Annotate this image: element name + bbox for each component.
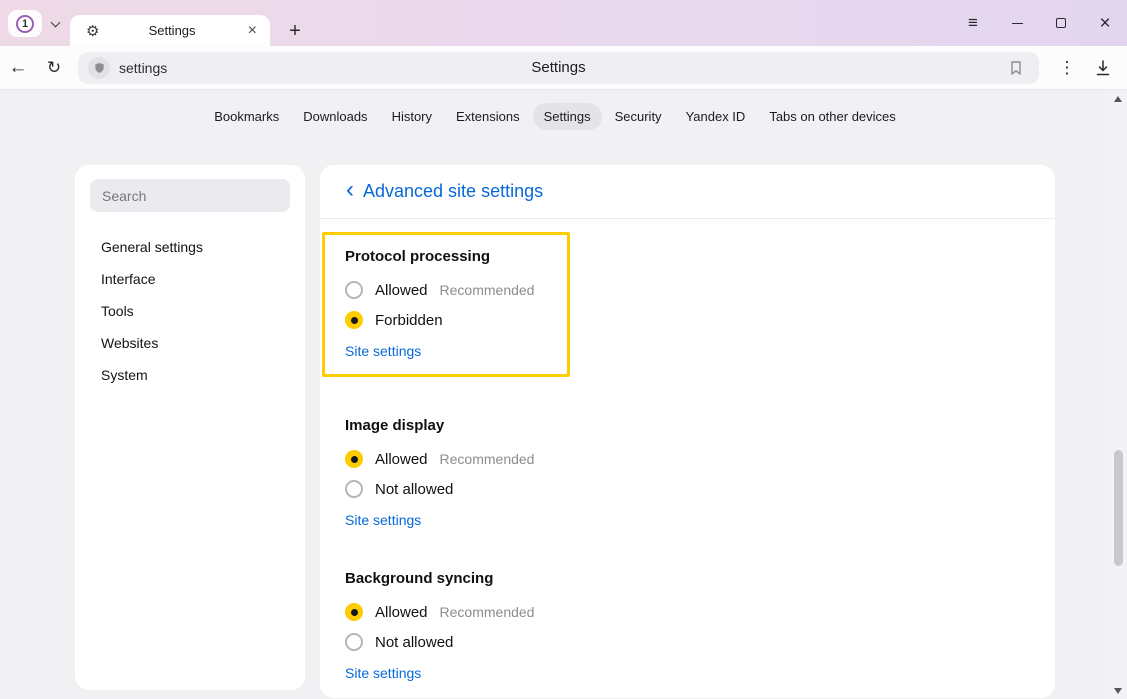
download-icon (1094, 59, 1112, 77)
page-title: Settings (78, 59, 1039, 76)
section-title: Image display (345, 417, 1055, 434)
tab-settings[interactable]: ⚙ Settings × (70, 15, 270, 46)
radio-label: Allowed (375, 604, 428, 621)
vertical-dots-icon: ⋮ (1059, 58, 1076, 78)
radio-label: Not allowed (375, 481, 453, 498)
radio-icon[interactable] (345, 633, 363, 651)
new-tab-button[interactable]: + (282, 18, 308, 44)
nav-item-yandex-id[interactable]: Yandex ID (675, 103, 757, 130)
nav-item-bookmarks[interactable]: Bookmarks (203, 103, 290, 130)
radio-option-allowed[interactable]: Allowed Recommended (345, 597, 1055, 627)
nav-item-security[interactable]: Security (604, 103, 673, 130)
minimize-button[interactable] (1003, 9, 1031, 37)
radio-option-allowed[interactable]: Allowed Recommended (345, 444, 1055, 474)
nav-item-settings[interactable]: Settings (533, 103, 602, 130)
bookmark-button[interactable] (1003, 55, 1029, 81)
titlebar: 1 ⚙ Settings × + ≡ × (0, 0, 1127, 46)
sidebar-item-interface[interactable]: Interface (101, 263, 305, 295)
minimize-icon (1012, 23, 1023, 24)
radio-label: Forbidden (375, 312, 443, 329)
nav-item-downloads[interactable]: Downloads (292, 103, 378, 130)
toolbar: ← ↻ settings Settings ⋮ (0, 46, 1127, 90)
scroll-down-arrow-icon[interactable] (1114, 688, 1122, 694)
browser-menu-button[interactable]: ≡ (959, 9, 987, 37)
site-settings-link[interactable]: Site settings (345, 665, 421, 681)
nav-item-tabs-other-devices[interactable]: Tabs on other devices (758, 103, 906, 130)
back-arrow-icon: ← (9, 57, 28, 79)
section-image-display: Image display Allowed Recommended Not al… (345, 417, 1055, 530)
section-title: Background syncing (345, 570, 1055, 587)
reload-button[interactable]: ↻ (36, 51, 72, 85)
recommended-note: Recommended (440, 451, 535, 467)
radio-icon[interactable] (345, 311, 363, 329)
sidebar-item-websites[interactable]: Websites (101, 327, 305, 359)
settings-main-panel: ‹ Advanced site settings Protocol proces… (320, 165, 1055, 698)
tab-list-chevron-button[interactable] (44, 10, 66, 37)
radio-option-allowed[interactable]: Allowed Recommended (345, 275, 553, 305)
radio-icon[interactable] (345, 450, 363, 468)
shield-icon (94, 62, 105, 74)
radio-option-not-allowed[interactable]: Not allowed (345, 474, 1055, 504)
scroll-up-arrow-icon[interactable] (1114, 96, 1122, 102)
window-controls: ≡ × (959, 0, 1119, 46)
recommended-note: Recommended (440, 604, 535, 620)
sidebar-item-system[interactable]: System (101, 359, 305, 391)
tab-close-button[interactable]: × (245, 22, 260, 40)
bookmark-icon (1008, 60, 1024, 76)
radio-option-not-allowed[interactable]: Not allowed (345, 627, 1055, 657)
settings-page: Bookmarks Downloads History Extensions S… (0, 91, 1127, 699)
recommended-note: Recommended (440, 282, 535, 298)
radio-icon[interactable] (345, 480, 363, 498)
close-window-button[interactable]: × (1091, 9, 1119, 37)
radio-option-forbidden[interactable]: Forbidden (345, 305, 553, 335)
close-icon: × (1099, 14, 1110, 33)
sidebar-list: General settings Interface Tools Website… (75, 231, 305, 391)
scrollbar-thumb[interactable] (1114, 450, 1123, 566)
nav-item-history[interactable]: History (381, 103, 443, 130)
gear-icon: ⚙ (86, 22, 99, 40)
section-header-title: Advanced site settings (363, 181, 543, 202)
reload-icon: ↻ (47, 58, 61, 78)
nav-item-extensions[interactable]: Extensions (445, 103, 531, 130)
radio-label: Allowed (375, 282, 428, 299)
maximize-icon (1056, 18, 1066, 28)
radio-label: Not allowed (375, 634, 453, 651)
url-text: settings (119, 60, 167, 76)
site-settings-link[interactable]: Site settings (345, 512, 421, 528)
maximize-button[interactable] (1047, 9, 1075, 37)
chevron-down-icon (50, 17, 60, 27)
section-background-syncing: Background syncing Allowed Recommended N… (345, 570, 1055, 683)
tab-title: Settings (99, 23, 244, 38)
search-input[interactable] (90, 179, 290, 212)
site-security-badge[interactable] (88, 57, 110, 79)
back-button[interactable]: ← (0, 51, 36, 85)
advanced-site-settings-header[interactable]: ‹ Advanced site settings (320, 165, 1055, 219)
address-bar[interactable]: settings Settings (78, 52, 1039, 84)
radio-icon[interactable] (345, 281, 363, 299)
settings-top-nav: Bookmarks Downloads History Extensions S… (0, 91, 1110, 130)
more-options-button[interactable]: ⋮ (1049, 51, 1085, 85)
downloads-button[interactable] (1085, 51, 1121, 85)
sidebar-item-general-settings[interactable]: General settings (101, 231, 305, 263)
tab-counter-badge: 1 (16, 15, 34, 33)
settings-sidebar: General settings Interface Tools Website… (75, 165, 305, 690)
sidebar-item-tools[interactable]: Tools (101, 295, 305, 327)
page-scrollbar[interactable] (1110, 91, 1127, 699)
section-protocol-processing: Protocol processing Allowed Recommended … (322, 232, 570, 377)
tab-counter-button[interactable]: 1 (8, 10, 42, 37)
settings-sections: Protocol processing Allowed Recommended … (320, 219, 1055, 683)
section-title: Protocol processing (345, 248, 553, 265)
hamburger-menu-icon: ≡ (968, 13, 978, 33)
radio-label: Allowed (375, 451, 428, 468)
back-chevron-icon: ‹ (346, 178, 354, 202)
radio-icon[interactable] (345, 603, 363, 621)
site-settings-link[interactable]: Site settings (345, 343, 421, 359)
